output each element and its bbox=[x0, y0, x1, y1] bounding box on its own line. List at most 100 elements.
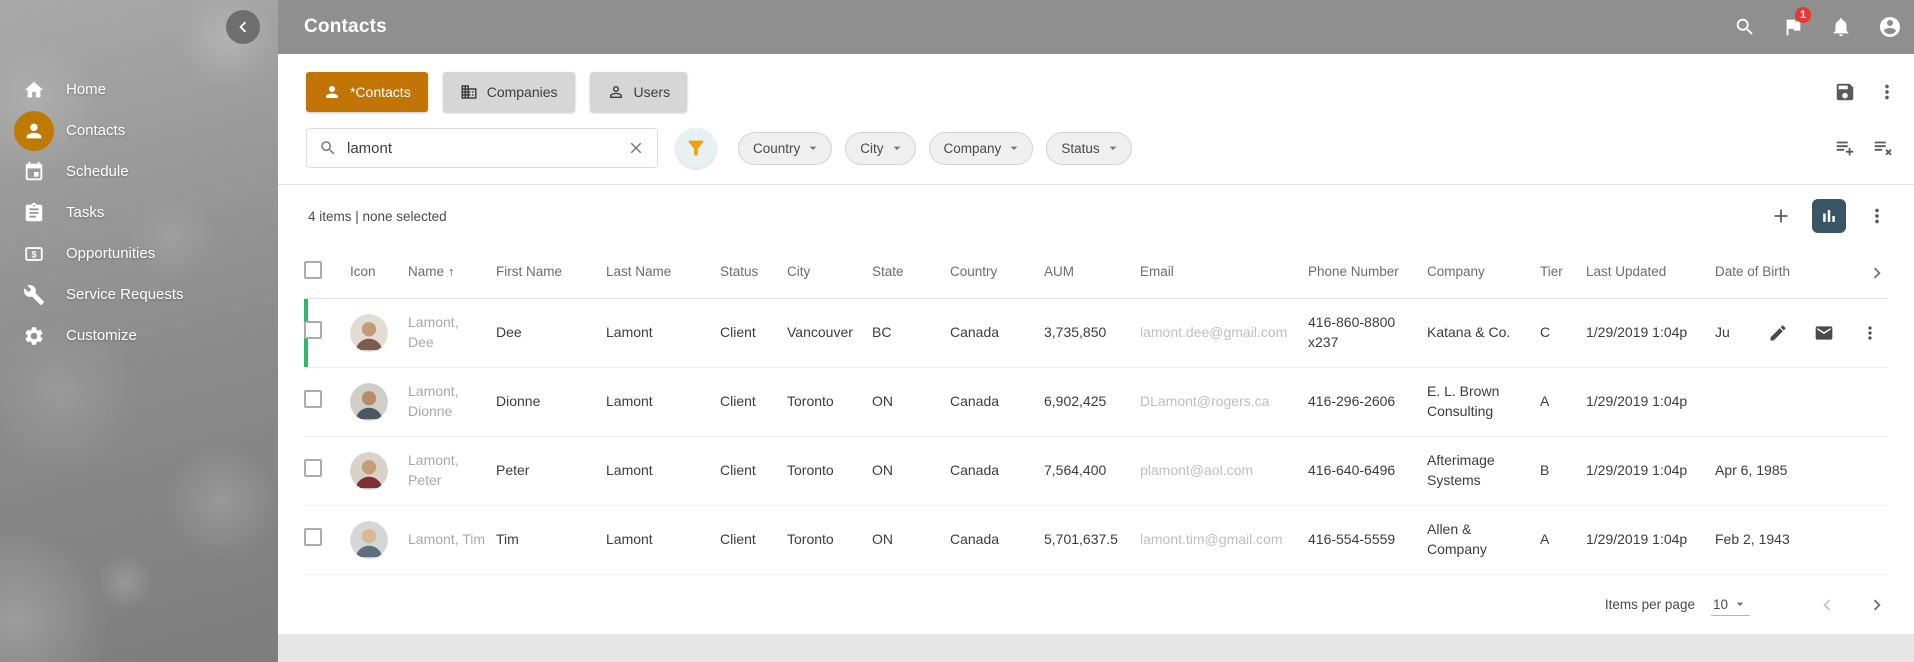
table-row[interactable]: Lamont, Peter Peter Lamont Client Toront… bbox=[304, 437, 1888, 506]
column-header-tier[interactable]: Tier bbox=[1540, 263, 1586, 282]
row-hover-actions bbox=[1754, 315, 1886, 351]
sidebar-collapse-button[interactable] bbox=[226, 10, 260, 44]
next-page-icon[interactable] bbox=[1866, 594, 1888, 616]
sort-ascending-icon: ↑ bbox=[448, 264, 455, 279]
more-vert-icon[interactable] bbox=[1866, 205, 1888, 227]
gear-icon bbox=[14, 316, 54, 356]
filter-chip-city[interactable]: City bbox=[845, 132, 915, 165]
row-checkbox[interactable] bbox=[304, 321, 322, 339]
cell-state: ON bbox=[872, 392, 950, 412]
tab-users[interactable]: Users bbox=[590, 72, 688, 112]
sidebar-item-label: Schedule bbox=[66, 163, 129, 180]
cell-status: Client bbox=[720, 323, 787, 343]
cell-state: BC bbox=[872, 323, 950, 343]
table-row[interactable]: Lamont, Dee Dee Lamont Client Vancouver … bbox=[304, 299, 1888, 368]
table-row[interactable]: Lamont, Dionne Dionne Lamont Client Toro… bbox=[304, 368, 1888, 437]
cell-last-name: Lamont bbox=[606, 530, 720, 550]
filter-chip-country[interactable]: Country bbox=[738, 132, 832, 165]
column-header-icon[interactable]: Icon bbox=[350, 263, 408, 282]
cell-state: ON bbox=[872, 530, 950, 550]
home-icon bbox=[14, 70, 54, 110]
more-vert-icon[interactable] bbox=[1876, 81, 1898, 103]
sidebar-item-tasks[interactable]: Tasks bbox=[0, 192, 278, 233]
more-vert-icon[interactable] bbox=[1860, 323, 1880, 343]
sidebar-item-contacts[interactable]: Contacts bbox=[0, 110, 278, 151]
sidebar: Home Contacts Schedule Tasks $ Op bbox=[0, 0, 278, 662]
column-header-company[interactable]: Company bbox=[1427, 263, 1540, 282]
email-envelope-icon[interactable] bbox=[1814, 323, 1834, 343]
scroll-columns-right-icon[interactable] bbox=[1852, 262, 1888, 284]
column-header-status[interactable]: Status bbox=[720, 263, 787, 282]
column-header-last-name[interactable]: Last Name bbox=[606, 263, 720, 282]
row-checkbox[interactable] bbox=[304, 390, 322, 408]
cell-country: Canada bbox=[950, 323, 1044, 343]
filter-chip-status[interactable]: Status bbox=[1046, 132, 1131, 165]
table-actions bbox=[1770, 199, 1888, 233]
flag-icon[interactable]: 1 bbox=[1782, 16, 1804, 38]
sidebar-item-opportunities[interactable]: $ Opportunities bbox=[0, 233, 278, 274]
row-checkbox[interactable] bbox=[304, 528, 322, 546]
column-header-aum[interactable]: AUM bbox=[1044, 263, 1140, 282]
account-icon[interactable] bbox=[1878, 15, 1902, 39]
cell-country: Canada bbox=[950, 461, 1044, 481]
select-all-checkbox[interactable] bbox=[304, 261, 322, 279]
clear-search-icon[interactable] bbox=[627, 139, 645, 157]
previous-page-icon[interactable] bbox=[1816, 594, 1838, 616]
playlist-clear-icon[interactable] bbox=[1872, 137, 1894, 159]
column-header-phone[interactable]: Phone Number bbox=[1308, 263, 1427, 282]
table-header-row: Icon Name↑ First Name Last Name Status C… bbox=[304, 247, 1888, 299]
column-header-last-updated[interactable]: Last Updated bbox=[1586, 263, 1715, 282]
column-header-first-name[interactable]: First Name bbox=[496, 263, 606, 282]
cell-phone: 416-640-6496 bbox=[1308, 461, 1427, 481]
filter-chip-company[interactable]: Company bbox=[929, 132, 1034, 165]
filter-bar: Country City Company Status bbox=[278, 122, 1914, 184]
column-header-date-of-birth[interactable]: Date of Birth bbox=[1715, 263, 1852, 282]
add-icon[interactable] bbox=[1770, 205, 1792, 227]
search-box bbox=[306, 128, 658, 168]
sidebar-item-label: Service Requests bbox=[66, 286, 184, 303]
cell-first-name: Peter bbox=[496, 461, 606, 481]
search-icon[interactable] bbox=[1734, 16, 1756, 38]
sidebar-item-service-requests[interactable]: Service Requests bbox=[0, 274, 278, 315]
save-icon[interactable] bbox=[1834, 81, 1856, 103]
sidebar-item-home[interactable]: Home bbox=[0, 69, 278, 110]
row-checkbox[interactable] bbox=[304, 459, 322, 477]
cell-last-name: Lamont bbox=[606, 461, 720, 481]
column-header-city[interactable]: City bbox=[787, 263, 872, 282]
cell-name: Lamont, Dionne bbox=[408, 382, 496, 421]
cell-last-updated: 1/29/2019 1:04p bbox=[1586, 530, 1715, 550]
pagination-bar: Items per page 10 bbox=[304, 575, 1888, 634]
playlist-add-icon[interactable] bbox=[1834, 137, 1856, 159]
app-window: Home Contacts Schedule Tasks $ Op bbox=[0, 0, 1914, 662]
edit-pencil-icon[interactable] bbox=[1768, 323, 1788, 343]
contacts-table: 4 items | none selected Icon bbox=[278, 185, 1914, 634]
chevron-left-icon bbox=[232, 16, 254, 38]
sidebar-item-label: Opportunities bbox=[66, 245, 155, 262]
cell-last-updated: 1/29/2019 1:04p bbox=[1586, 392, 1715, 412]
filter-funnel-button[interactable] bbox=[676, 128, 716, 168]
chart-view-button[interactable] bbox=[1812, 199, 1846, 233]
cell-last-name: Lamont bbox=[606, 323, 720, 343]
cell-aum: 7,564,400 bbox=[1044, 461, 1140, 481]
page-title: Contacts bbox=[304, 16, 387, 38]
cell-date-of-birth: Feb 2, 1943 bbox=[1715, 530, 1852, 550]
table-row[interactable]: Lamont, Tim Tim Lamont Client Toronto ON… bbox=[304, 506, 1888, 575]
column-header-country[interactable]: Country bbox=[950, 263, 1044, 282]
column-header-name[interactable]: Name↑ bbox=[408, 263, 496, 282]
column-header-email[interactable]: Email bbox=[1140, 263, 1308, 282]
main-area: Contacts 1 *Contacts bbox=[278, 0, 1914, 662]
chevron-down-icon bbox=[1006, 140, 1022, 156]
search-input[interactable] bbox=[347, 140, 617, 157]
sidebar-item-schedule[interactable]: Schedule bbox=[0, 151, 278, 192]
bell-icon[interactable] bbox=[1830, 16, 1852, 38]
cell-status: Client bbox=[720, 461, 787, 481]
sidebar-item-customize[interactable]: Customize bbox=[0, 315, 278, 356]
items-per-page-select[interactable]: 10 bbox=[1711, 593, 1750, 616]
cell-tier: B bbox=[1540, 461, 1586, 481]
tab-contacts[interactable]: *Contacts bbox=[306, 72, 428, 112]
column-header-state[interactable]: State bbox=[872, 263, 950, 282]
tab-companies[interactable]: Companies bbox=[443, 72, 575, 112]
cell-tier: A bbox=[1540, 392, 1586, 412]
search-icon bbox=[319, 139, 337, 157]
cell-city: Vancouver bbox=[787, 323, 872, 343]
